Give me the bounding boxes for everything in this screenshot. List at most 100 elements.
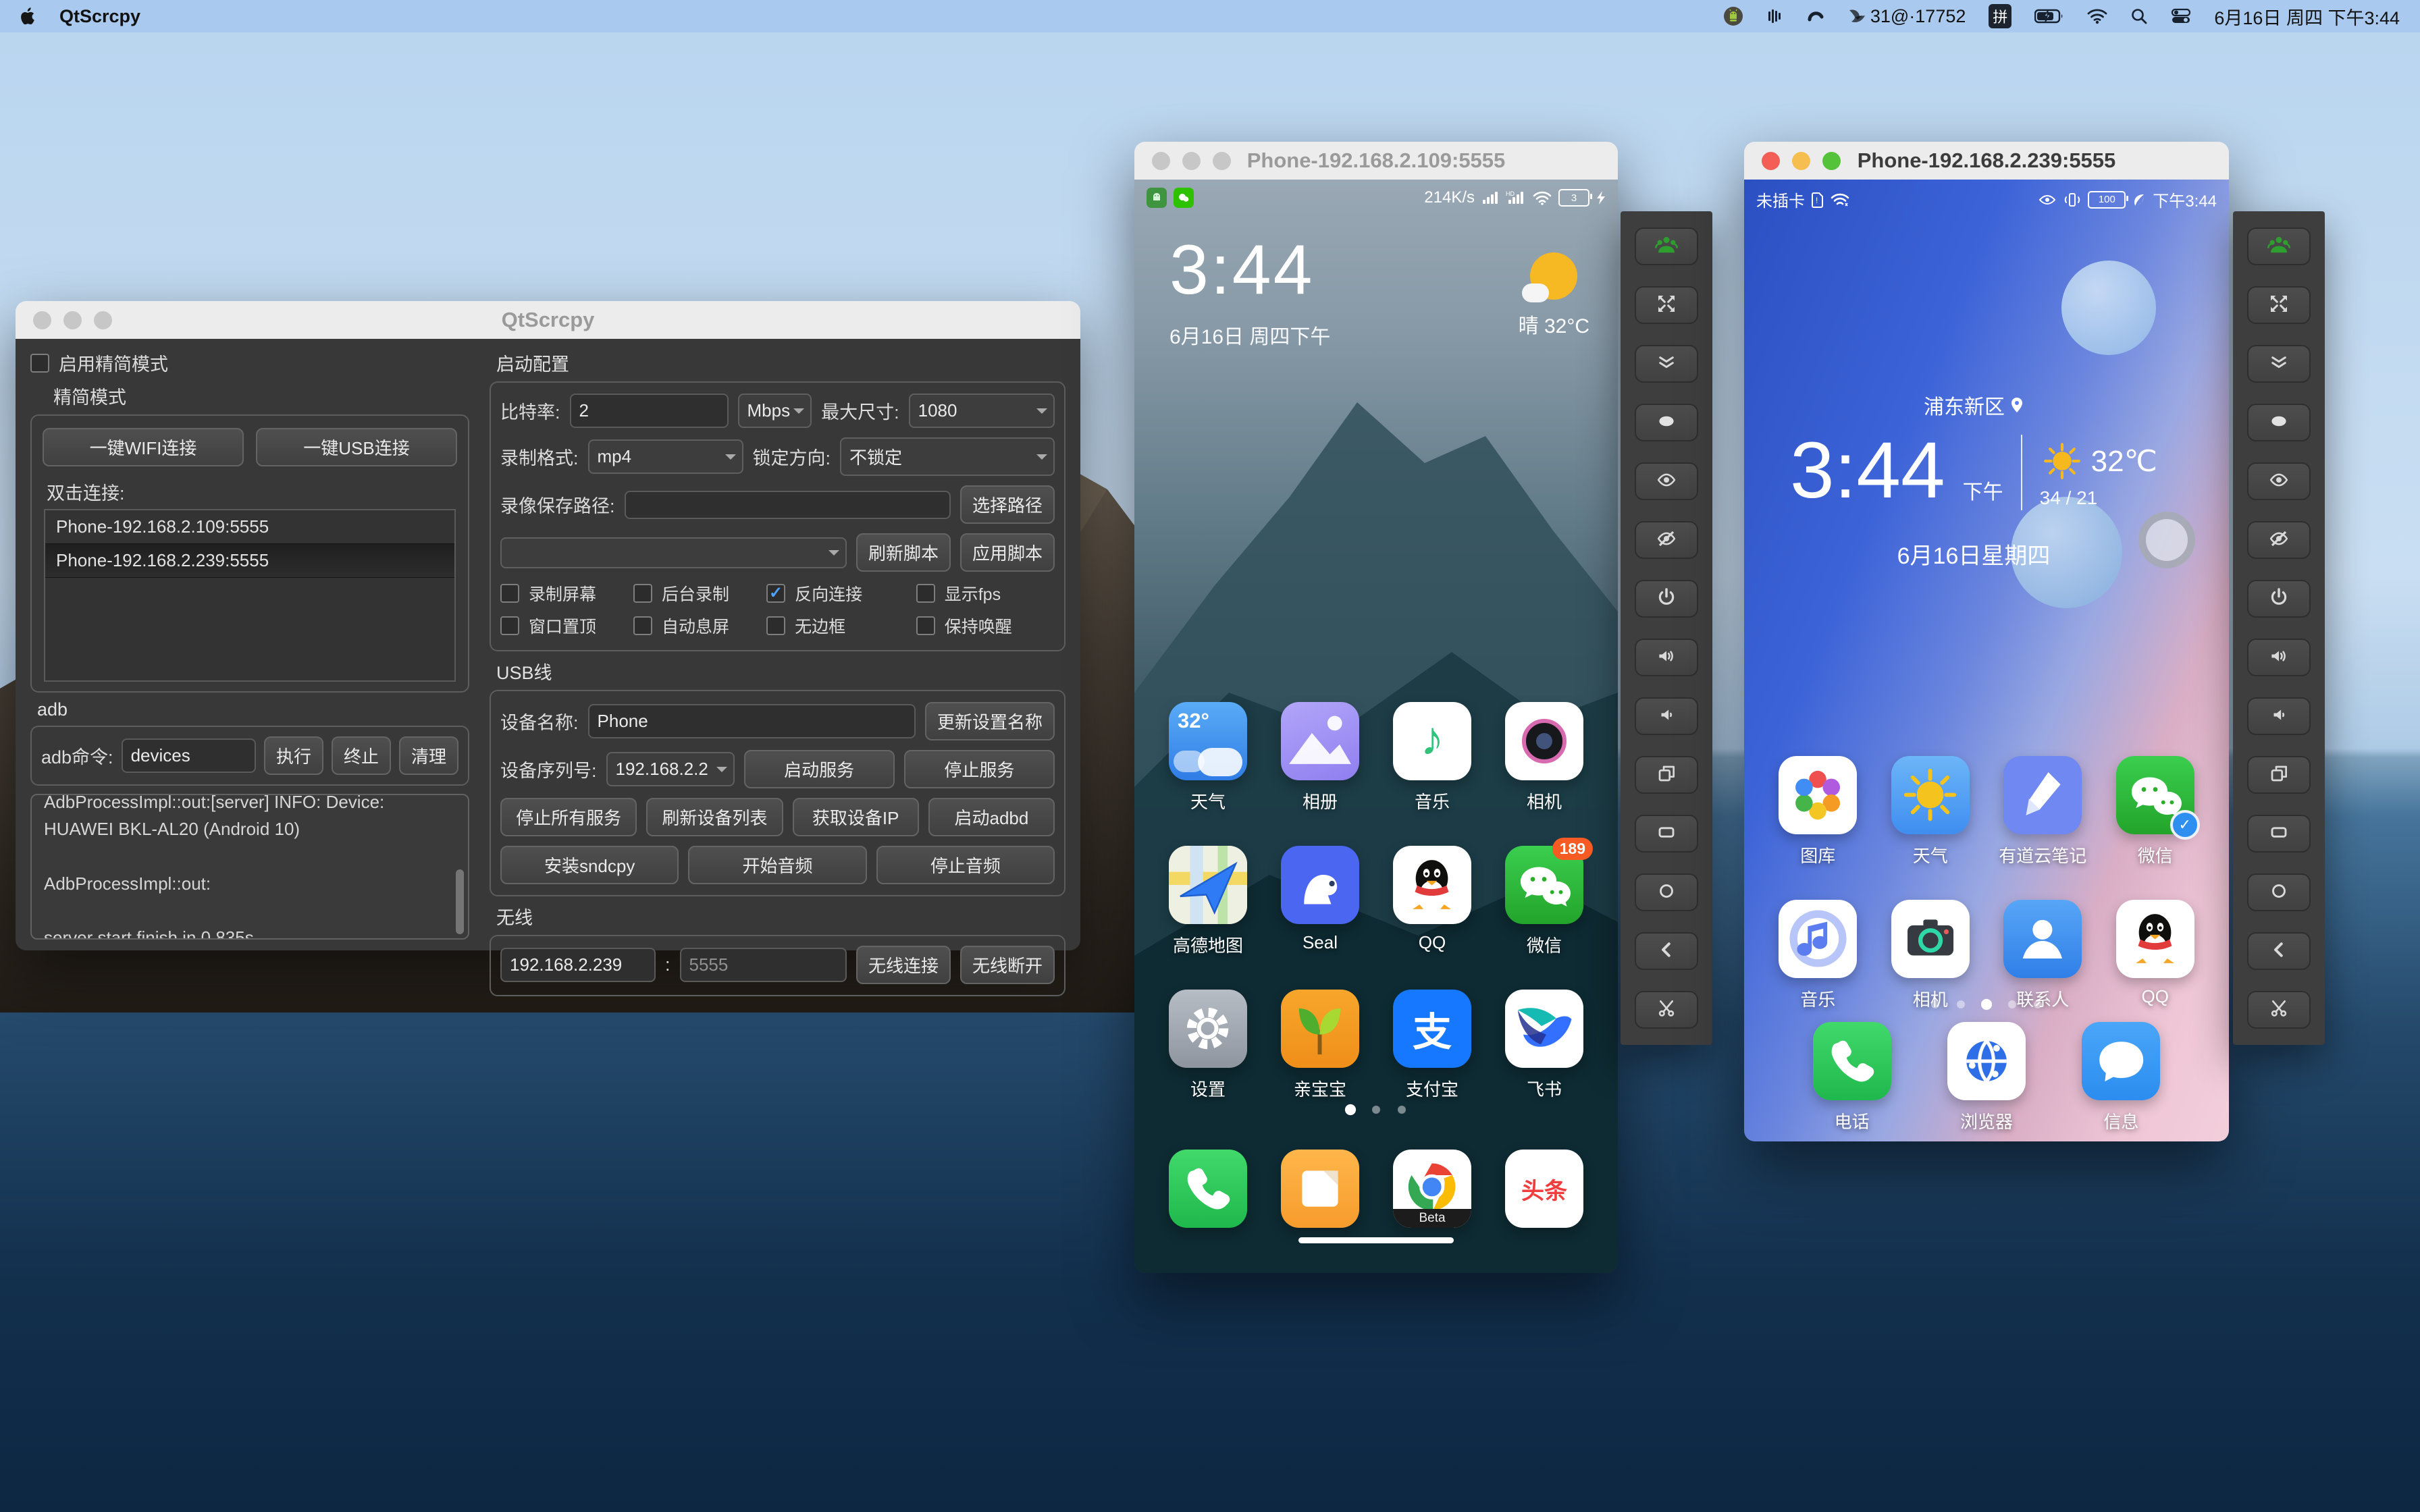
close-button[interactable]	[1762, 152, 1780, 170]
screen-on-button[interactable]	[1635, 462, 1698, 500]
app-音乐[interactable]: ♪音乐	[1376, 702, 1488, 813]
wireless-ip-input[interactable]: 192.168.2.239	[500, 948, 656, 982]
app-switch-button[interactable]	[2247, 756, 2311, 794]
adb-exec-button[interactable]: 执行	[264, 736, 323, 775]
serial-select[interactable]: 192.168.2.2	[606, 752, 735, 786]
menu-button[interactable]	[1635, 815, 1698, 853]
app-联系人[interactable]: 联系人	[1987, 900, 2099, 1011]
apple-menu-icon[interactable]	[20, 7, 36, 26]
start-adbd-button[interactable]: 启动adbd	[928, 798, 1055, 836]
record-path-input[interactable]	[625, 491, 951, 519]
update-name-button[interactable]: 更新设置名称	[925, 702, 1055, 740]
app-支付宝[interactable]: 支支付宝	[1376, 990, 1488, 1101]
start-service-button[interactable]: 启动服务	[744, 750, 895, 788]
touch-button[interactable]	[2247, 404, 2311, 441]
screen-off-button[interactable]	[1635, 521, 1698, 559]
minimize-button[interactable]	[1792, 152, 1810, 170]
install-sndcpy-button[interactable]: 安装sndcpy	[500, 846, 679, 884]
app-QQ[interactable]: QQ	[1376, 846, 1488, 957]
menu-bar-clock[interactable]: 6月16日 周四 下午3:44	[2214, 3, 2400, 30]
config-checkbox-无边框[interactable]: 无边框	[766, 614, 916, 638]
fullscreen-button[interactable]	[2247, 286, 2311, 324]
arc-menu-icon[interactable]	[1807, 7, 1824, 25]
one-key-usb-button[interactable]: 一键USB连接	[256, 428, 457, 466]
refresh-device-list-button[interactable]: 刷新设备列表	[646, 798, 783, 836]
adb-stop-button[interactable]: 终止	[332, 736, 391, 775]
app-相机[interactable]: 相机	[1488, 702, 1600, 813]
adb-command-input[interactable]: devices	[122, 738, 256, 773]
home-button[interactable]	[2247, 873, 2311, 911]
screenshot-button[interactable]	[2247, 991, 2311, 1029]
app-设置[interactable]: 设置	[1152, 990, 1264, 1101]
app-高德地图[interactable]: 高德地图	[1152, 846, 1264, 957]
device-list-item[interactable]: Phone-192.168.2.239:5555	[45, 543, 454, 578]
volume-up-button[interactable]	[1635, 639, 1698, 676]
screen-off-button[interactable]	[2247, 521, 2311, 559]
select-path-button[interactable]: 选择路径	[960, 485, 1055, 524]
app-QQ[interactable]: QQ	[2099, 900, 2212, 1011]
app-微信[interactable]: ✓微信	[2099, 756, 2212, 867]
zoom-button[interactable]	[1822, 152, 1841, 170]
app-音乐[interactable]: 音乐	[1762, 900, 1874, 1011]
max-size-select[interactable]: 1080	[909, 394, 1055, 428]
app-浏览器[interactable]: 浏览器	[1919, 1022, 2053, 1133]
app-天气[interactable]: 天气	[1874, 756, 1987, 867]
close-button[interactable]	[33, 311, 51, 329]
app-天气[interactable]: 32°天气	[1152, 702, 1264, 813]
app-信息[interactable]: 信息	[2054, 1022, 2188, 1133]
script-select[interactable]	[500, 537, 847, 568]
volume-down-button[interactable]	[2247, 697, 2311, 735]
menu-bar-app-name[interactable]: QtScrcpy	[59, 6, 140, 27]
group-control-button[interactable]	[1635, 227, 1698, 265]
screen-on-button[interactable]	[2247, 462, 2311, 500]
back-button[interactable]	[2247, 932, 2311, 970]
device-list-item[interactable]: Phone-192.168.2.109:5555	[45, 510, 454, 543]
phone2-screen[interactable]: 未插卡 ! 100 下午3:44 浦东新区 3:44 下午	[1744, 180, 2229, 1141]
config-checkbox-窗口置顶[interactable]: 窗口置顶	[500, 614, 633, 638]
istat-menu-icon[interactable]	[1766, 7, 1784, 25]
app-有道云笔记[interactable]: 有道云笔记	[1987, 756, 2099, 867]
config-checkbox-后台录制[interactable]: 后台录制	[633, 581, 766, 605]
log-scrollbar[interactable]	[456, 869, 464, 934]
fullscreen-button[interactable]	[1635, 286, 1698, 324]
record-format-select[interactable]: mp4	[588, 439, 743, 474]
config-checkbox-自动息屏[interactable]: 自动息屏	[633, 614, 766, 638]
assistive-ball[interactable]	[2138, 512, 2195, 568]
back-button[interactable]	[1635, 932, 1698, 970]
lock-orientation-select[interactable]: 不锁定	[840, 437, 1055, 476]
adb-log-output[interactable]: AdbProcessImpl::out:[server] INFO: Devic…	[30, 794, 469, 940]
touch-button[interactable]	[1635, 404, 1698, 441]
app-图库[interactable]: 图库	[1762, 756, 1874, 867]
app-亲宝宝[interactable]: 亲宝宝	[1264, 990, 1376, 1101]
refresh-script-button[interactable]: 刷新脚本	[856, 533, 951, 572]
app-sms[interactable]	[1264, 1150, 1376, 1228]
config-checkbox-录制屏幕[interactable]: 录制屏幕	[500, 581, 633, 605]
app-相册[interactable]: 相册	[1264, 702, 1376, 813]
minimize-button[interactable]	[1182, 152, 1201, 170]
close-button[interactable]	[1152, 152, 1170, 170]
wireless-port-input[interactable]: 5555	[680, 948, 847, 982]
config-checkbox-显示fps[interactable]: 显示fps	[916, 581, 1055, 605]
minimize-button[interactable]	[63, 311, 82, 329]
app-chrome[interactable]: Beta	[1376, 1150, 1488, 1228]
get-device-ip-button[interactable]: 获取设备IP	[793, 798, 919, 836]
home-indicator[interactable]	[1298, 1237, 1454, 1243]
zoom-button[interactable]	[1213, 152, 1231, 170]
bitrate-input[interactable]: 2	[570, 394, 729, 428]
menu-button[interactable]	[2247, 815, 2311, 853]
input-method-icon[interactable]: 拼	[1989, 4, 2011, 28]
phone1-screen[interactable]: 214K/s HD 3 3:44 6月16日 周四下午 晴 32°C 32°天气…	[1134, 180, 1618, 1273]
wifi-icon[interactable]	[2087, 8, 2107, 24]
app-微信[interactable]: 189微信	[1488, 846, 1600, 957]
apply-script-button[interactable]: 应用脚本	[960, 533, 1055, 572]
zoom-button[interactable]	[94, 311, 112, 329]
search-icon[interactable]	[2130, 7, 2148, 25]
stop-service-button[interactable]: 停止服务	[904, 750, 1055, 788]
volume-down-button[interactable]	[1635, 697, 1698, 735]
battery-charging-icon[interactable]	[2034, 8, 2064, 24]
stop-audio-button[interactable]: 停止音频	[876, 846, 1055, 884]
app-toutiao[interactable]: 头条	[1488, 1150, 1600, 1228]
device-name-input[interactable]: Phone	[588, 704, 916, 738]
app-电话[interactable]: 电话	[1785, 1022, 1919, 1133]
bitrate-unit-select[interactable]: Mbps	[738, 394, 812, 428]
